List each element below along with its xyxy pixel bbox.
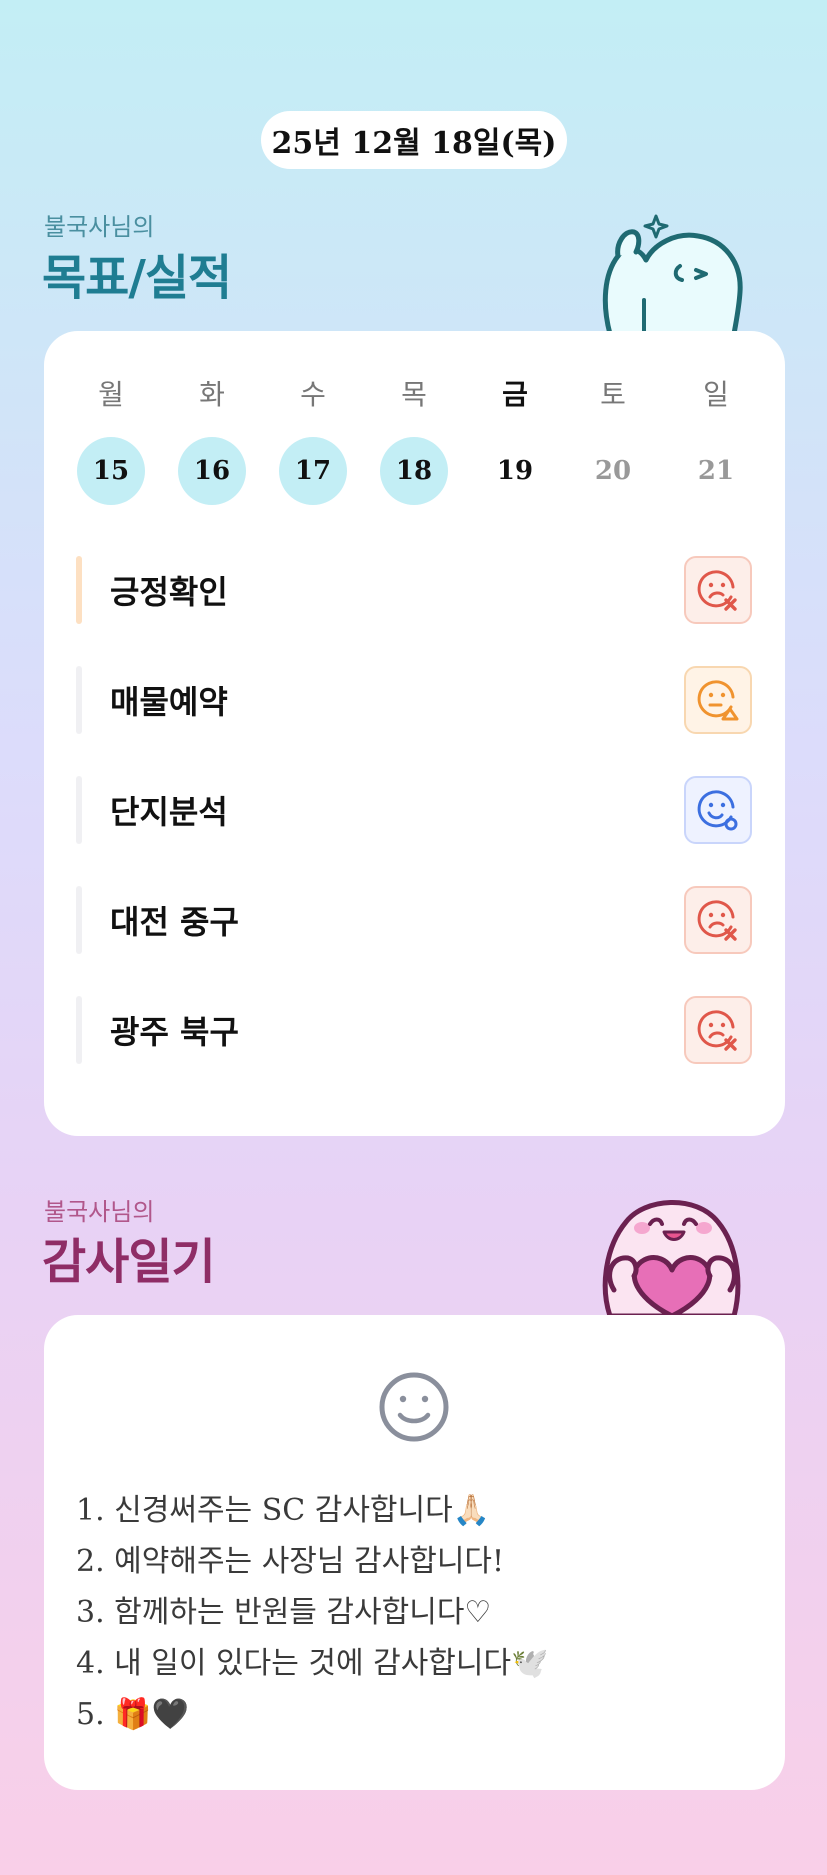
day-sat[interactable]: 토 20: [578, 375, 648, 505]
goal-label: 매물예약: [110, 683, 228, 721]
sad-x-face-icon: [697, 900, 737, 941]
goal-status-button[interactable]: [684, 996, 752, 1064]
goal-status-button[interactable]: [684, 886, 752, 954]
day-number: 18: [380, 437, 448, 505]
goal-row[interactable]: 단지분석: [76, 776, 752, 844]
day-sun[interactable]: 일 21: [681, 375, 751, 505]
day-number: 19: [496, 456, 534, 486]
heart-mascot-icon: [602, 1200, 741, 1316]
day-name: 금: [502, 378, 528, 411]
smile-o-face-icon: [697, 790, 738, 831]
smile-face-icon: [379, 1372, 449, 1442]
goal-row[interactable]: 긍정확인: [76, 556, 752, 624]
day-mon[interactable]: 월 15: [76, 375, 146, 505]
day-number: 15: [77, 437, 145, 505]
goal-label: 긍정확인: [110, 573, 228, 611]
goal-indicator-bar: [76, 556, 82, 624]
day-wed[interactable]: 수 17: [278, 375, 348, 505]
date-label: 25년 12월 18일(목): [261, 111, 567, 169]
gratitude-card: 1. 신경써주는 SC 감사합니다🙏🏻 2. 예약해주는 사장님 감사합니다! …: [44, 1315, 785, 1790]
goal-label: 단지분석: [110, 793, 228, 831]
goal-indicator-bar: [76, 666, 82, 734]
goal-row[interactable]: 대전 중구: [76, 886, 752, 954]
gratitude-line: 4. 내 일이 있다는 것에 감사합니다🕊️: [76, 1646, 549, 1681]
sad-x-face-icon: [697, 570, 737, 611]
goal-indicator-bar: [76, 996, 82, 1064]
goals-title: 목표/실적: [42, 250, 232, 306]
goal-status-button[interactable]: [684, 666, 752, 734]
day-name: 화: [199, 378, 225, 411]
sad-x-face-icon: [697, 1010, 737, 1051]
goals-card: 월 15 화 16 수 17 목 18 금 19 토 20 일 21 긍정확인: [44, 331, 785, 1136]
day-name: 토: [600, 378, 626, 411]
day-number: 17: [279, 437, 347, 505]
goal-row[interactable]: 광주 북구: [76, 996, 752, 1064]
thumbs-up-mascot-icon: [602, 214, 743, 334]
day-number: 21: [697, 456, 735, 486]
day-fri[interactable]: 금 19: [480, 375, 550, 505]
day-name: 월: [98, 378, 124, 411]
day-name: 수: [300, 378, 326, 411]
gratitude-title: 감사일기: [42, 1234, 216, 1290]
gratitude-line: 1. 신경써주는 SC 감사합니다🙏🏻: [76, 1493, 491, 1528]
day-tue[interactable]: 화 16: [177, 375, 247, 505]
gratitude-list: 1. 신경써주는 SC 감사합니다🙏🏻 2. 예약해주는 사장님 감사합니다! …: [76, 1485, 756, 1740]
gratitude-line: 3. 함께하는 반원들 감사합니다♡: [76, 1595, 492, 1630]
goals-subtitle: 불국사님의: [44, 214, 155, 241]
week-calendar: 월 15 화 16 수 17 목 18 금 19 토 20 일 21: [44, 375, 785, 535]
goal-row[interactable]: 매물예약: [76, 666, 752, 734]
goal-status-button[interactable]: [684, 776, 752, 844]
day-number: 20: [594, 456, 632, 486]
goal-label: 대전 중구: [110, 903, 239, 941]
gratitude-line: 2. 예약해주는 사장님 감사합니다!: [76, 1544, 505, 1579]
day-name: 일: [703, 378, 729, 411]
day-thu[interactable]: 목 18: [379, 375, 449, 505]
goal-label: 광주 북구: [110, 1013, 239, 1051]
gratitude-line: 5. 🎁🖤: [76, 1697, 189, 1732]
goal-status-button[interactable]: [684, 556, 752, 624]
goal-indicator-bar: [76, 886, 82, 954]
goal-indicator-bar: [76, 776, 82, 844]
neutral-triangle-face-icon: [697, 680, 739, 721]
day-number: 16: [178, 437, 246, 505]
day-name: 목: [401, 378, 427, 411]
